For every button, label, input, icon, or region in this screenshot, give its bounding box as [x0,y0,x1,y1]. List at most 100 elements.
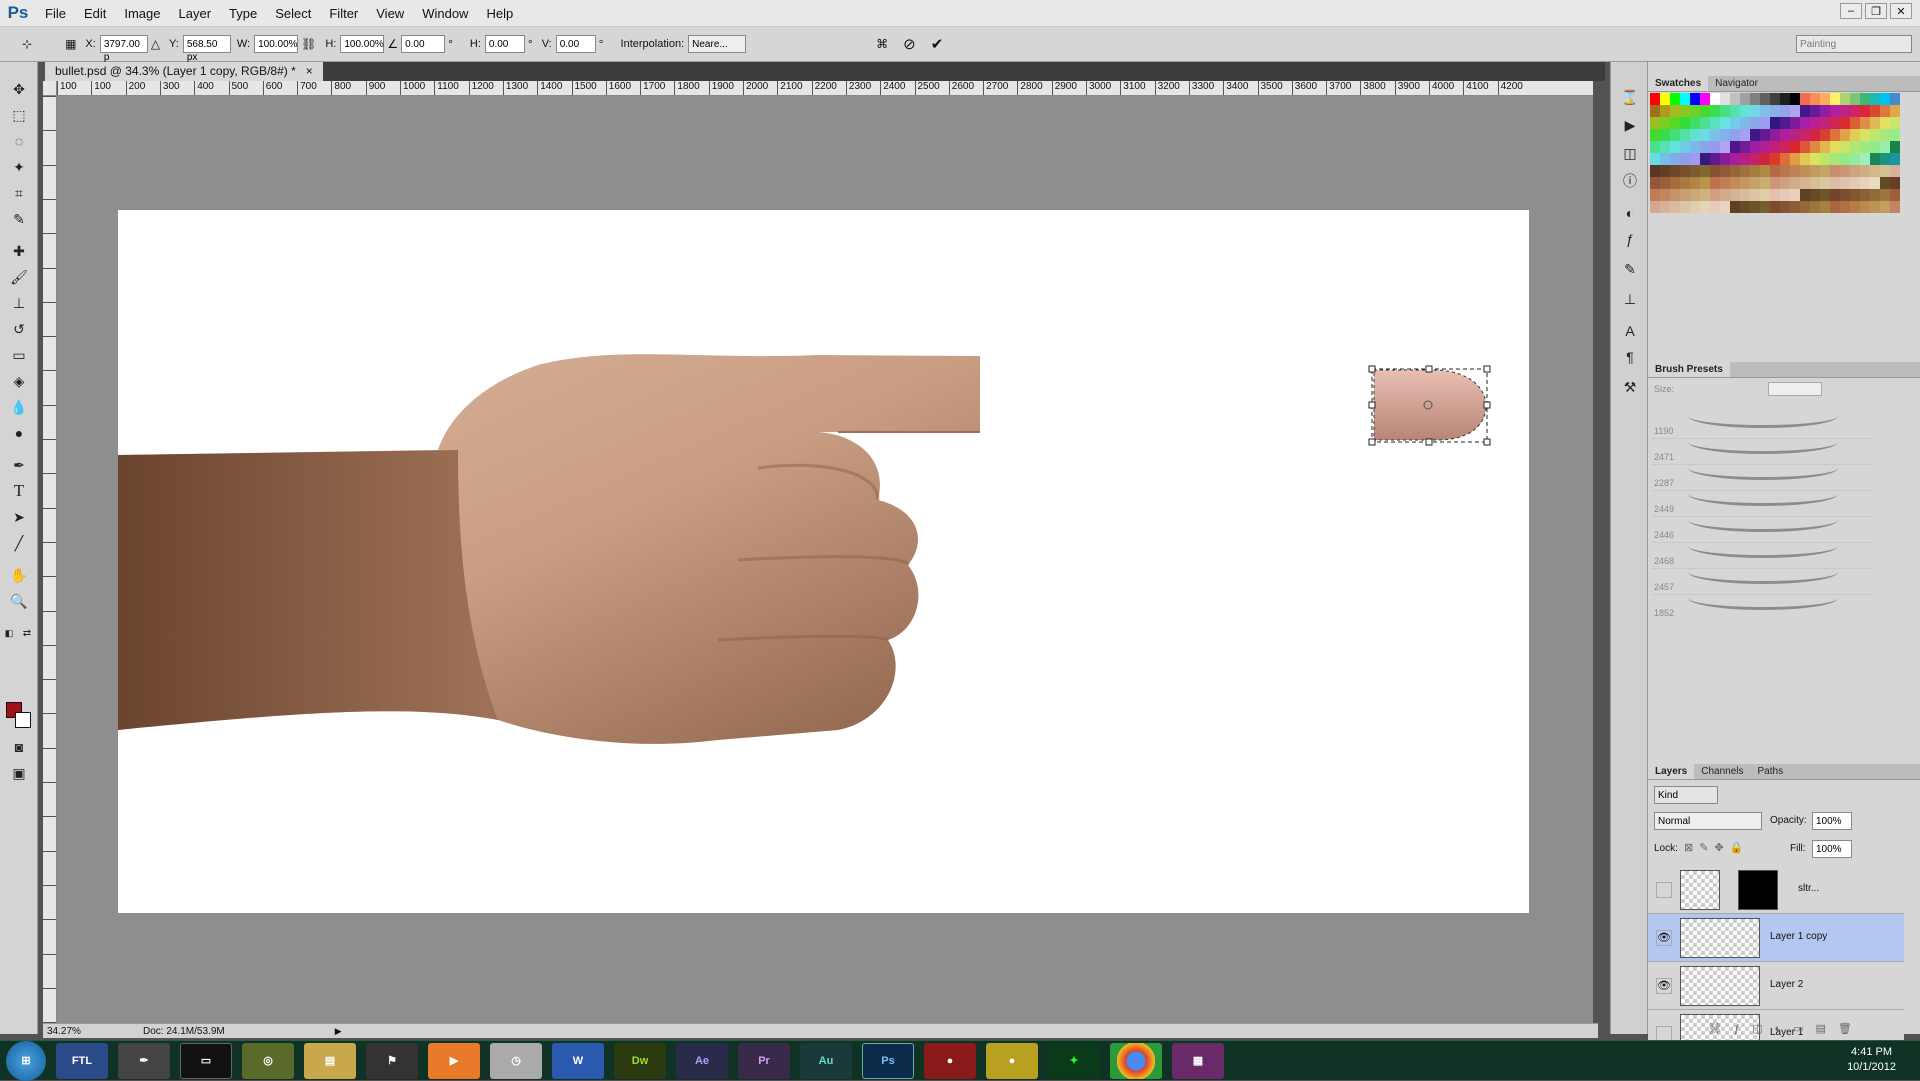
color-swatch[interactable] [1830,141,1840,153]
color-swatch[interactable] [1890,201,1900,213]
crop-tool-icon[interactable]: ⌗ [6,182,32,204]
relative-position-icon[interactable]: △ [151,37,160,51]
color-swatch[interactable] [1760,117,1770,129]
color-swatch[interactable] [1790,129,1800,141]
color-swatch[interactable] [1740,189,1750,201]
color-swatch[interactable] [1690,141,1700,153]
color-swatch[interactable] [1810,201,1820,213]
color-swatch[interactable] [1770,153,1780,165]
color-swatch[interactable] [1810,117,1820,129]
color-swatch[interactable] [1870,153,1880,165]
color-swatch[interactable] [1760,93,1770,105]
info-panel-icon[interactable]: ⓘ [1619,170,1641,192]
color-swatch[interactable] [1660,189,1670,201]
color-swatch[interactable] [1880,105,1890,117]
color-swatch[interactable] [1730,93,1740,105]
dodge-tool-icon[interactable]: ● [6,422,32,444]
tab-swatches[interactable]: Swatches [1648,76,1709,91]
quick-select-tool-icon[interactable]: ✦ [6,156,32,178]
taskbar-app-word[interactable]: W [552,1042,604,1079]
color-swatch[interactable] [1710,93,1720,105]
color-swatch[interactable] [1870,117,1880,129]
color-swatch[interactable] [1700,177,1710,189]
line-tool-icon[interactable]: ╱ [6,532,32,554]
width-field[interactable]: 100.00% [254,35,299,53]
color-swatch[interactable] [1730,117,1740,129]
color-swatch[interactable] [1890,189,1900,201]
close-button[interactable]: ✕ [1890,3,1912,19]
color-swatch[interactable] [1710,105,1720,117]
color-swatch[interactable] [1800,129,1810,141]
color-swatch[interactable] [1810,93,1820,105]
color-swatch[interactable] [1780,165,1790,177]
menu-file[interactable]: File [36,0,75,27]
color-swatch[interactable] [1790,189,1800,201]
color-swatch[interactable] [1800,165,1810,177]
color-swatch[interactable] [1650,93,1660,105]
marquee-tool-icon[interactable]: ⬚ [6,104,32,126]
menu-layer[interactable]: Layer [170,0,221,27]
color-swatch[interactable] [1730,165,1740,177]
color-swatch[interactable] [1740,153,1750,165]
background-color-swatch[interactable] [15,712,31,728]
color-swatch[interactable] [1820,117,1830,129]
color-swatch[interactable] [1750,177,1760,189]
color-swatch[interactable] [1700,153,1710,165]
color-swatch[interactable] [1780,93,1790,105]
taskbar-app-archive[interactable]: ▦ [1172,1042,1224,1079]
color-swatch[interactable] [1870,177,1880,189]
status-menu-arrow-icon[interactable]: ▶ [335,1026,342,1037]
color-swatch[interactable] [1830,117,1840,129]
color-swatch[interactable] [1690,177,1700,189]
color-swatch[interactable] [1670,177,1680,189]
color-swatch[interactable] [1650,153,1660,165]
color-swatch[interactable] [1840,93,1850,105]
color-swatch[interactable] [1880,141,1890,153]
color-swatch[interactable] [1800,105,1810,117]
color-swatch[interactable] [1880,93,1890,105]
color-swatch[interactable] [1880,201,1890,213]
color-swatch[interactable] [1700,141,1710,153]
color-swatch[interactable] [1800,153,1810,165]
color-swatch[interactable] [1670,153,1680,165]
lasso-tool-icon[interactable]: ◌ [6,130,32,152]
menu-help[interactable]: Help [477,0,522,27]
color-swatch[interactable] [1680,189,1690,201]
warp-mode-icon[interactable]: ⌘ [876,37,888,51]
swap-colors-icon[interactable]: ⇄ [20,622,34,644]
clone-source-icon[interactable]: ⊥ [1619,288,1641,310]
brush-preset[interactable]: 1852 [1652,590,1872,620]
color-swatch[interactable] [1870,141,1880,153]
color-swatch[interactable] [1660,117,1670,129]
color-swatch[interactable] [1840,177,1850,189]
color-swatch[interactable] [1750,189,1760,201]
color-swatch[interactable] [1670,201,1680,213]
color-swatch[interactable] [1880,177,1890,189]
horizontal-ruler[interactable]: 100 100 200 300 400 500 600 700 800 900 1000 1100 12… [57,81,1593,96]
color-swatch[interactable] [1810,141,1820,153]
taskbar-app-red[interactable]: ● [924,1042,976,1079]
color-swatch[interactable] [1700,129,1710,141]
color-swatch[interactable] [1730,189,1740,201]
document-tab[interactable]: bullet.psd @ 34.3% (Layer 1 copy, RGB/8#… [45,62,323,81]
color-swatch[interactable] [1770,201,1780,213]
color-swatch[interactable] [1760,105,1770,117]
color-swatch[interactable] [1660,129,1670,141]
color-swatch[interactable] [1890,105,1900,117]
restore-button[interactable]: ❐ [1865,3,1887,19]
color-swatch[interactable] [1720,93,1730,105]
color-swatch[interactable] [1660,177,1670,189]
color-swatch[interactable] [1760,177,1770,189]
workspace-select[interactable]: Painting [1796,35,1912,53]
visibility-toggle[interactable] [1656,882,1672,898]
color-swatch[interactable] [1880,165,1890,177]
color-swatch[interactable] [1820,129,1830,141]
color-swatch[interactable] [1890,165,1900,177]
type-tool-icon[interactable]: T [6,480,32,502]
taskbar-app-media[interactable]: ▶ [428,1042,480,1079]
eraser-tool-icon[interactable]: ▭ [6,344,32,366]
color-swatch[interactable] [1660,165,1670,177]
menu-window[interactable]: Window [413,0,477,27]
color-swatch[interactable] [1800,177,1810,189]
color-swatch[interactable] [1850,105,1860,117]
